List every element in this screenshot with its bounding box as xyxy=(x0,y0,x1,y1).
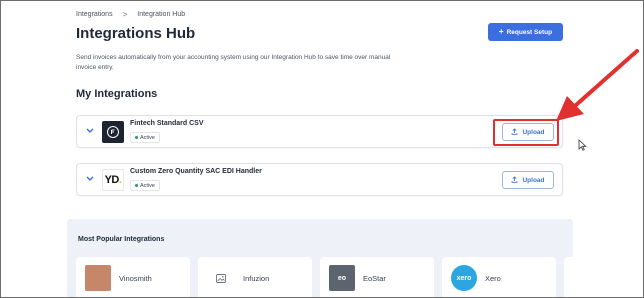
popular-card-name: Vinosmith xyxy=(119,274,152,283)
popular-card-partial[interactable] xyxy=(564,257,584,297)
popular-card-xero[interactable]: xero Xero xyxy=(442,257,556,297)
popular-card-vinosmith[interactable]: Vinosmith xyxy=(76,257,190,297)
vinosmith-logo xyxy=(85,265,111,291)
popular-integrations-panel: Most Popular Integrations Vinosmith Infu… xyxy=(67,219,584,297)
app-frame: Integrations > Integration Hub Integrati… xyxy=(0,0,644,298)
popular-card-name: EoStar xyxy=(363,274,386,283)
mouse-cursor-icon xyxy=(578,139,587,151)
popular-card-eostar[interactable]: eo EoStar xyxy=(320,257,434,297)
popular-card-name: Infuzion xyxy=(243,274,270,283)
popular-card-infuzion[interactable]: Infuzion xyxy=(198,257,312,297)
eostar-logo: eo xyxy=(329,265,355,291)
xero-logo: xero xyxy=(451,265,477,291)
image-placeholder-icon xyxy=(216,265,226,291)
popular-integrations-title: Most Popular Integrations xyxy=(78,236,165,243)
popular-card-name: Xero xyxy=(485,274,501,283)
